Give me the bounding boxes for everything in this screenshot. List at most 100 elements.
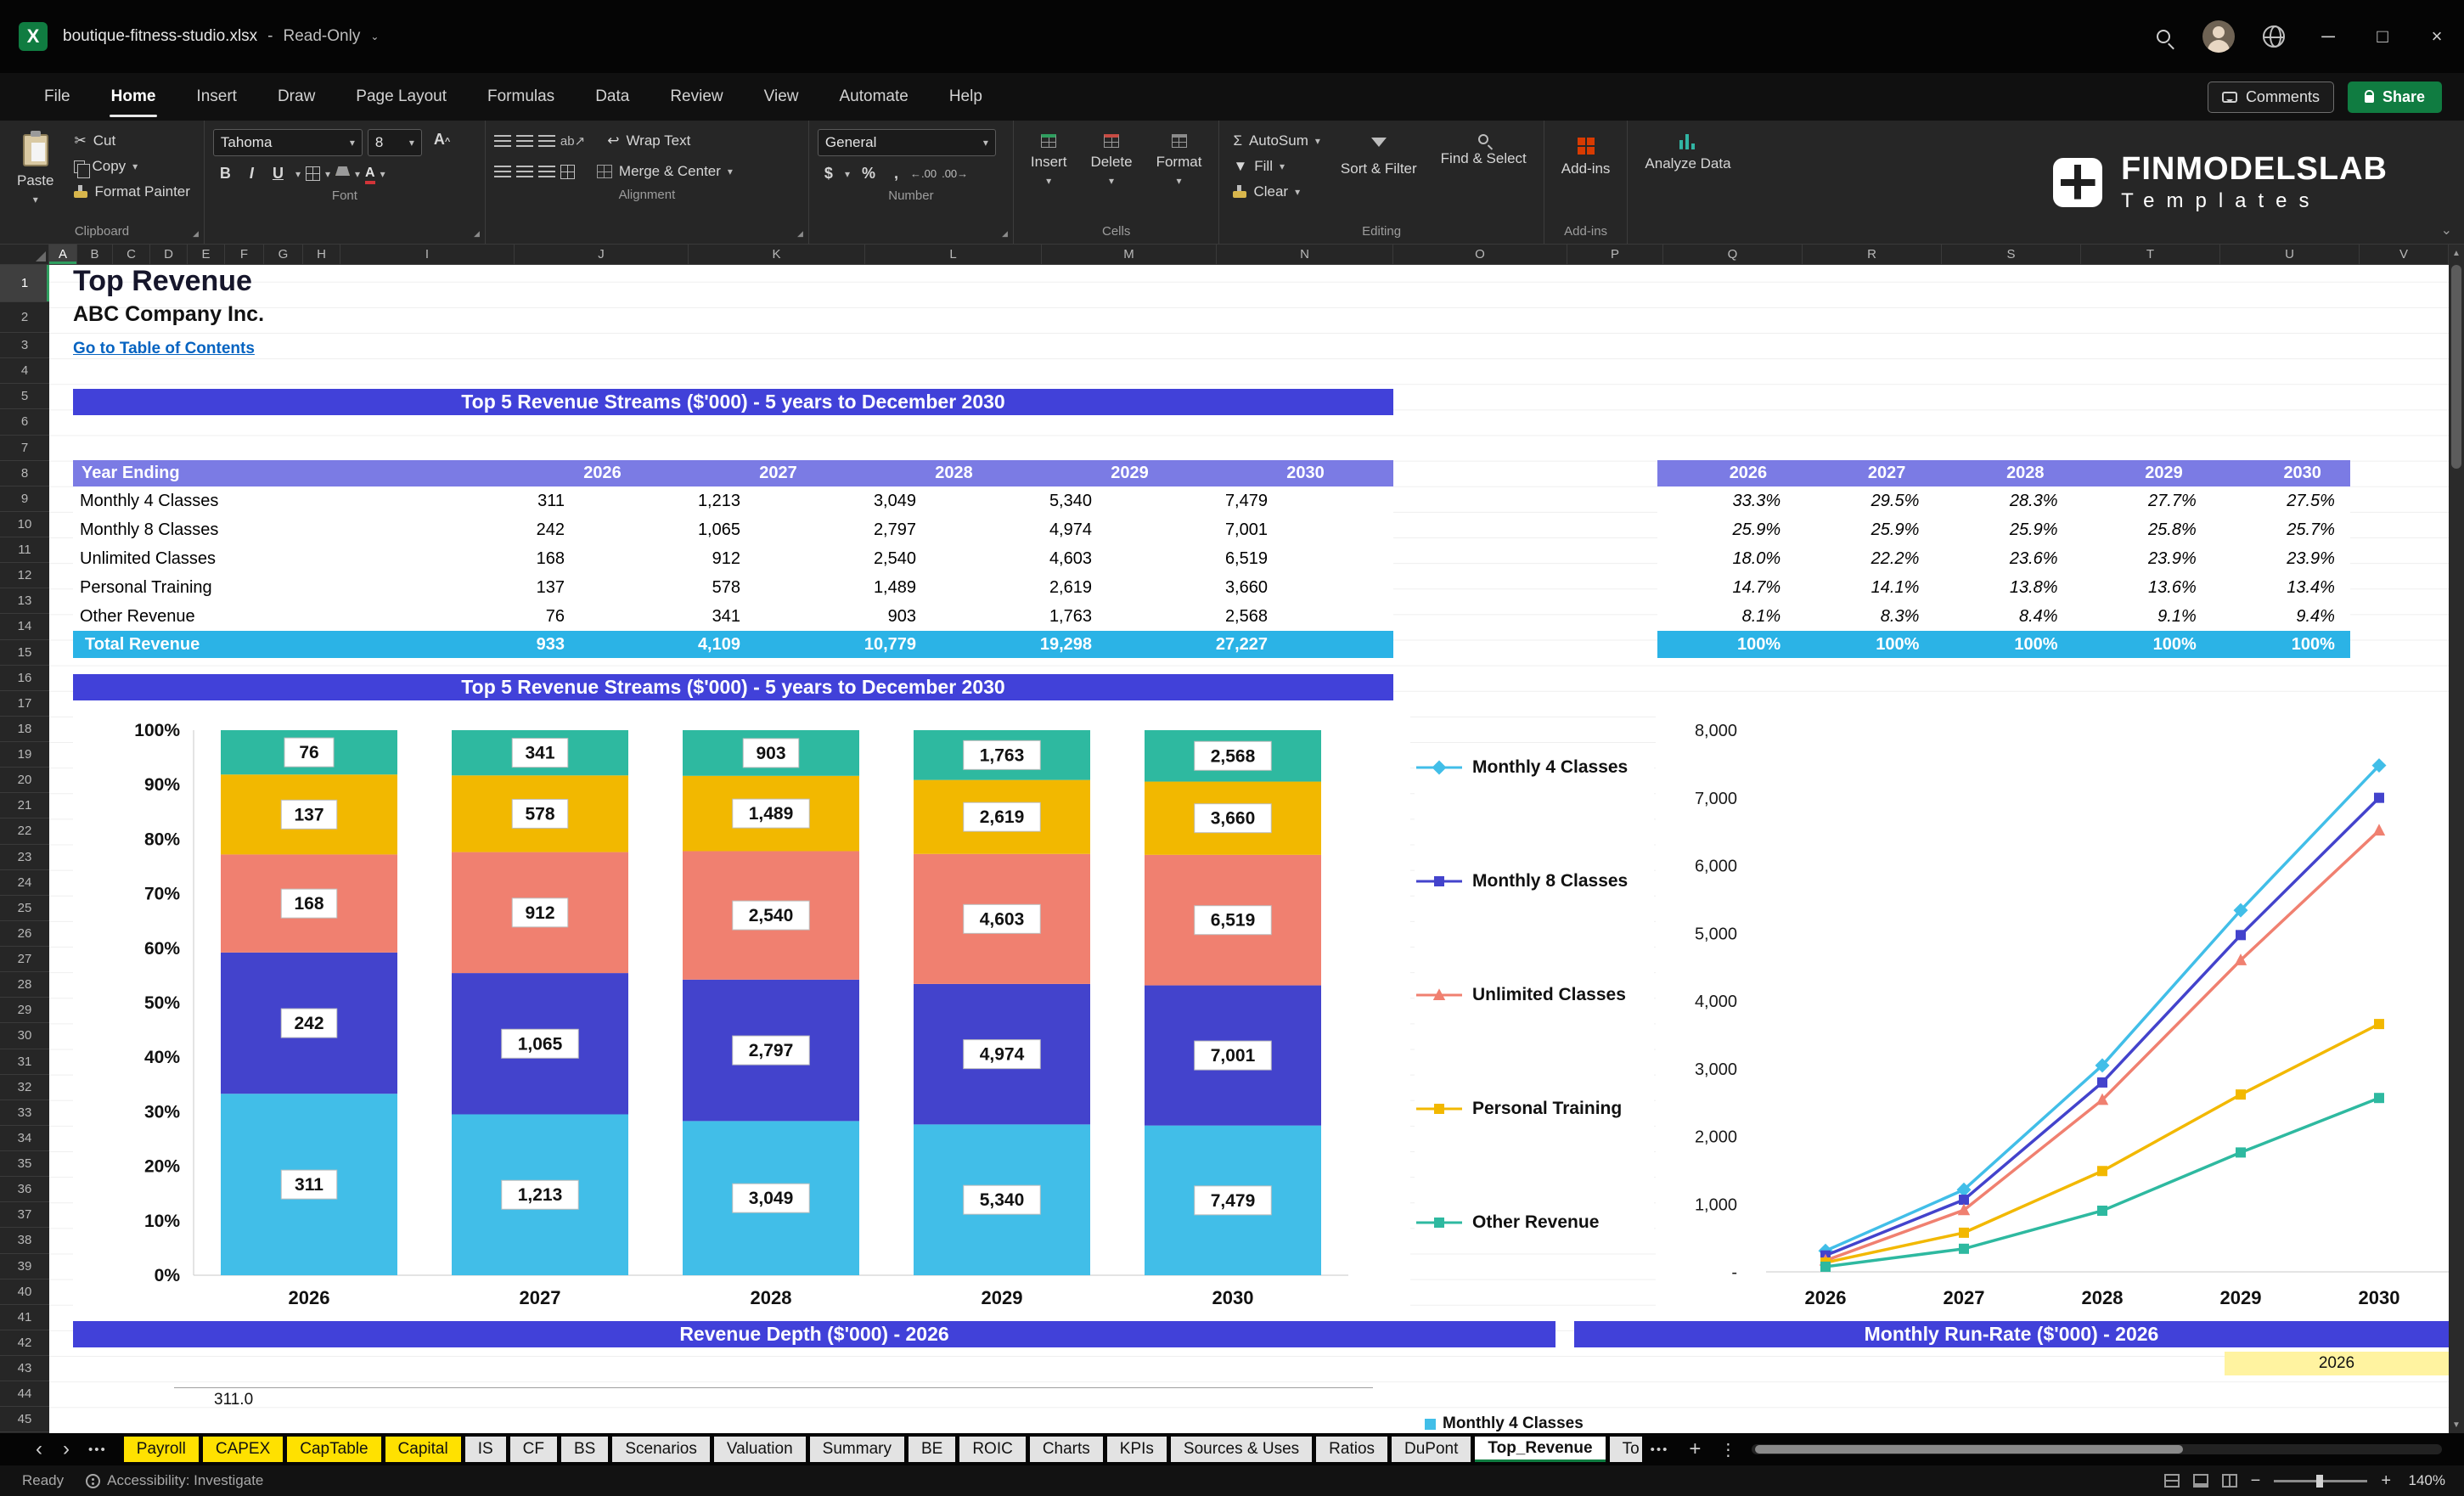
row-header-25[interactable]: 25	[0, 896, 49, 921]
column-header-B[interactable]: B	[77, 245, 113, 264]
presence-button[interactable]	[2247, 0, 2301, 73]
table-cell-value[interactable]: 7,001	[1218, 515, 1393, 544]
sheet-tab-valuation[interactable]: Valuation	[713, 1437, 806, 1462]
align-right-icon[interactable]	[537, 166, 555, 177]
menu-tab-data[interactable]: Data	[575, 73, 650, 121]
row-header-1[interactable]: 1	[0, 265, 49, 302]
pct-cell-value[interactable]: 8.4%	[1934, 602, 2073, 631]
page-layout-view-icon[interactable]	[2192, 1474, 2208, 1488]
pct-total-value[interactable]: 100%	[1934, 631, 2073, 658]
cut-button[interactable]: ✂ Cut	[69, 129, 194, 153]
table-cell-value[interactable]: 1,763	[1042, 602, 1218, 631]
table-cell-value[interactable]: 903	[866, 602, 1042, 631]
underline-button[interactable]: U	[266, 163, 290, 184]
find-select-button[interactable]: Find & Select	[1432, 127, 1535, 174]
align-bottom-icon[interactable]	[537, 135, 555, 147]
sheet-tab-is[interactable]: IS	[464, 1437, 506, 1462]
row-header-41[interactable]: 41	[0, 1305, 49, 1330]
sheet-tab-be[interactable]: BE	[908, 1437, 956, 1462]
zoom-slider-thumb[interactable]	[2315, 1474, 2323, 1488]
row-header-7[interactable]: 7	[0, 436, 49, 461]
table-cell-value[interactable]: 912	[690, 544, 866, 573]
fill-color-icon[interactable]	[335, 166, 350, 176]
table-cell-value[interactable]: 2,797	[866, 515, 1042, 544]
row-header-40[interactable]: 40	[0, 1279, 49, 1305]
row-header-44[interactable]: 44	[0, 1381, 49, 1408]
legend-item-monthly-8-classes[interactable]: Monthly 8 Classes	[1415, 869, 1628, 893]
table-cell-value[interactable]: 137	[515, 573, 690, 602]
table-total-value[interactable]: 4,109	[690, 631, 866, 658]
table-cell-value[interactable]: 1,489	[866, 573, 1042, 602]
row-header-38[interactable]: 38	[0, 1228, 49, 1254]
zoom-in-button[interactable]: +	[2381, 1471, 2391, 1491]
pct-cell-value[interactable]: 9.1%	[2073, 602, 2212, 631]
pct-header-year[interactable]: 2026	[1657, 460, 1797, 486]
row-header-12[interactable]: 12	[0, 563, 49, 589]
table-header-year[interactable]: 2027	[690, 460, 866, 486]
row-header-20[interactable]: 20	[0, 768, 49, 794]
banner-revenue-streams-top[interactable]: Top 5 Revenue Streams ($'000) - 5 years …	[73, 389, 1393, 415]
sheet-tab-bs[interactable]: BS	[560, 1437, 609, 1462]
sort-filter-button[interactable]: Sort & Filter	[1332, 127, 1426, 184]
pct-total-value[interactable]: 100%	[1796, 631, 1935, 658]
table-cell-value[interactable]: 4,974	[1042, 515, 1218, 544]
accounting-format-button[interactable]: $	[818, 163, 840, 184]
column-header-P[interactable]: P	[1567, 245, 1663, 264]
row-header-36[interactable]: 36	[0, 1177, 49, 1203]
table-total-label[interactable]: Total Revenue	[73, 631, 515, 658]
row-header-6[interactable]: 6	[0, 409, 49, 436]
column-header-E[interactable]: E	[188, 245, 225, 264]
title-dropdown-icon[interactable]: ⌄	[370, 31, 379, 42]
vertical-scrollbar[interactable]: ▲ ▼	[2449, 245, 2464, 1433]
decrease-decimal-icon[interactable]: .00→	[942, 167, 968, 180]
align-left-icon[interactable]	[493, 166, 511, 177]
copy-button[interactable]: Copy ▾	[69, 155, 194, 178]
increase-decimal-icon[interactable]: ←.00	[910, 167, 937, 180]
sheet-tab-sources-uses[interactable]: Sources & Uses	[1170, 1437, 1313, 1462]
close-button[interactable]: ×	[2410, 0, 2464, 73]
row-header-26[interactable]: 26	[0, 921, 49, 947]
pct-cell-value[interactable]: 13.6%	[2073, 573, 2212, 602]
column-header-A[interactable]: A	[49, 245, 77, 264]
table-total-value[interactable]: 933	[515, 631, 690, 658]
row-header-19[interactable]: 19	[0, 742, 49, 768]
banner-revenue-streams-charts[interactable]: Top 5 Revenue Streams ($'000) - 5 years …	[73, 674, 1393, 700]
table-cell-value[interactable]: 2,540	[866, 544, 1042, 573]
column-header-J[interactable]: J	[515, 245, 689, 264]
zoom-out-button[interactable]: −	[2251, 1471, 2261, 1491]
row-header-34[interactable]: 34	[0, 1126, 49, 1151]
format-painter-button[interactable]: Format Painter	[69, 180, 194, 204]
sheet-tab-top-revenue[interactable]: Top_Revenue	[1475, 1437, 1606, 1462]
row-header-28[interactable]: 28	[0, 972, 49, 998]
table-header-year[interactable]: 2029	[1042, 460, 1218, 486]
sheet-tab-capex[interactable]: CAPEX	[202, 1437, 284, 1462]
row-header-16[interactable]: 16	[0, 666, 49, 691]
table-cell-value[interactable]: 3,049	[866, 486, 1042, 515]
column-header-M[interactable]: M	[1042, 245, 1217, 264]
table-cell-value[interactable]: 5,340	[1042, 486, 1218, 515]
pct-header-year[interactable]: 2029	[2073, 460, 2212, 486]
row-header-13[interactable]: 13	[0, 588, 49, 615]
sheet-tab-charts[interactable]: Charts	[1029, 1437, 1103, 1462]
row-header-45[interactable]: 45	[0, 1407, 49, 1433]
comments-button[interactable]: Comments	[2207, 81, 2334, 113]
sheet-tab-ratios[interactable]: Ratios	[1316, 1437, 1388, 1462]
column-header-D[interactable]: D	[150, 245, 188, 264]
row-header-42[interactable]: 42	[0, 1330, 49, 1356]
number-format-combo[interactable]: General ▾	[817, 129, 996, 156]
row-header-10[interactable]: 10	[0, 512, 49, 537]
row-header-21[interactable]: 21	[0, 793, 49, 819]
indent-icon[interactable]	[560, 164, 575, 179]
horizontal-scrollbar-thumb[interactable]	[1755, 1445, 2184, 1454]
table-cell-value[interactable]: 7,479	[1218, 486, 1393, 515]
column-header-Q[interactable]: Q	[1663, 245, 1803, 264]
tab-nav-left-icon[interactable]: ‹	[25, 1437, 53, 1461]
zoom-slider[interactable]	[2274, 1474, 2368, 1488]
comma-format-button[interactable]: ,	[887, 163, 905, 184]
table-cell-value[interactable]: 311	[515, 486, 690, 515]
pct-cell-value[interactable]: 14.7%	[1657, 573, 1797, 602]
sheet-tab-kpis[interactable]: KPIs	[1106, 1437, 1167, 1462]
new-sheet-button[interactable]: +	[1677, 1437, 1713, 1461]
menu-tab-page-layout[interactable]: Page Layout	[335, 73, 467, 121]
pct-cell-value[interactable]: 8.1%	[1657, 602, 1797, 631]
